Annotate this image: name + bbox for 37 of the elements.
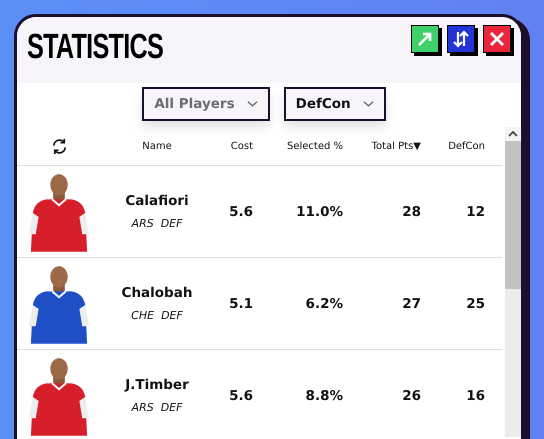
column-header[interactable]: Name — [142, 140, 172, 152]
chevron-down-icon — [246, 100, 258, 108]
column-header[interactable]: Total Pts▼ — [372, 140, 421, 152]
player-name[interactable]: Calafiori — [125, 193, 189, 209]
expand-button[interactable] — [411, 25, 439, 53]
table-cell: 28 — [402, 204, 421, 220]
column-header[interactable]: Selected % — [286, 140, 343, 152]
dropdown[interactable]: DefCon — [284, 87, 386, 121]
team-label: ARS — [132, 401, 154, 414]
table-cell: 8.8% — [306, 388, 343, 404]
position-label: DEF — [160, 401, 182, 414]
close-button[interactable] — [483, 25, 511, 53]
column-header[interactable]: DefCon — [448, 140, 485, 152]
table-cell: 6.2% — [306, 296, 343, 312]
player-name[interactable]: Chalobah — [122, 285, 192, 301]
player-name[interactable]: J.Timber — [125, 377, 189, 393]
table-cell: 5.6 — [229, 388, 253, 404]
scrollbar-thumb[interactable] — [505, 141, 521, 289]
window-title: STATISTICS — [27, 28, 164, 66]
table-cell: 26 — [402, 388, 421, 404]
table-cell: 27 — [402, 296, 421, 312]
table-cell: 12 — [466, 204, 485, 220]
scrollbar[interactable] — [505, 127, 521, 437]
position-label: DEF — [161, 309, 183, 322]
column-header[interactable]: Cost — [230, 140, 253, 152]
sort-button[interactable] — [447, 25, 475, 53]
team-label: CHE — [131, 309, 154, 322]
chevron-down-icon — [362, 100, 374, 108]
team-label: ARS — [132, 217, 154, 230]
dropdown[interactable]: All Players — [142, 87, 270, 121]
scroll-up-icon[interactable] — [505, 127, 521, 141]
table-cell: 16 — [466, 388, 485, 404]
table-cell: 11.0% — [296, 204, 343, 220]
table-cell: 5.6 — [229, 204, 253, 220]
table-cell: 5.1 — [229, 296, 253, 312]
table-cell: 25 — [466, 296, 485, 312]
position-label: DEF — [160, 217, 182, 230]
